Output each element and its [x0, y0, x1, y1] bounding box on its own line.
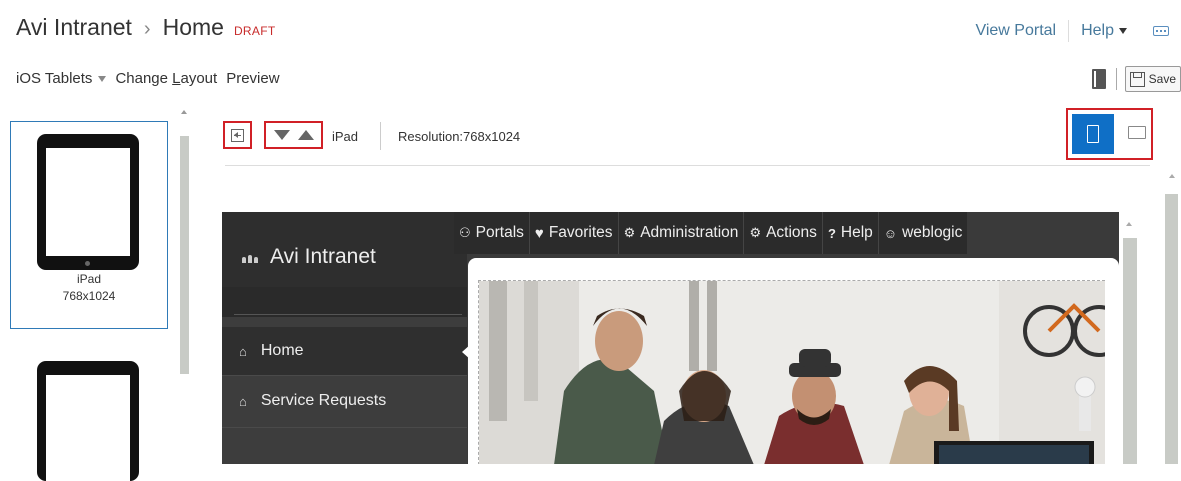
sidebar-item-label: Home	[260, 342, 304, 359]
scrollbar-thumb[interactable]	[1165, 194, 1178, 464]
nav-label: weblogic	[902, 224, 963, 241]
user-icon: ☺	[883, 225, 898, 241]
view-portal-link[interactable]: View Portal	[975, 22, 1056, 40]
heart-icon: ♥	[534, 224, 544, 242]
scroll-up-icon[interactable]	[1126, 222, 1132, 226]
scrollbar-thumb[interactable]	[1123, 238, 1137, 464]
breadcrumb-separator: ›	[143, 18, 151, 40]
hero-image	[478, 280, 1105, 464]
cogs-icon: ⚙	[623, 225, 636, 240]
group-icon	[242, 251, 260, 263]
change-layout-button[interactable]: Change Layout	[115, 70, 217, 87]
breadcrumb-site[interactable]: Avi Intranet	[16, 14, 132, 41]
resource-catalog-icon[interactable]	[1091, 69, 1106, 89]
portal-sidebar: ⌂ Home ⌂ Service Requests	[222, 287, 471, 464]
gear-icon: ⚙	[749, 225, 762, 240]
preview-scrollbar[interactable]	[1120, 212, 1140, 464]
orientation-toggle	[1066, 108, 1153, 160]
floppy-disk-icon	[1129, 71, 1145, 87]
caret-down-icon	[1119, 28, 1127, 34]
change-layout-accel: L	[172, 70, 181, 87]
device-resolution: 768x1024	[62, 289, 116, 303]
save-label: Save	[1148, 72, 1176, 86]
change-layout-suffix: ayout	[180, 70, 218, 87]
question-icon: ?	[827, 225, 836, 241]
help-menu[interactable]: Help	[1081, 22, 1127, 40]
caret-down-icon	[98, 75, 107, 82]
collapse-left-icon	[231, 128, 244, 142]
divider	[380, 122, 381, 150]
nav-actions[interactable]: ⚙ Actions	[744, 212, 823, 254]
nav-label: Help	[840, 224, 873, 241]
breadcrumb: Avi Intranet › Home DRAFT	[16, 14, 275, 41]
portal-title[interactable]: Avi Intranet	[270, 245, 376, 269]
preview-button[interactable]: Preview	[226, 70, 279, 87]
canvas-scrollbar[interactable]	[1163, 172, 1181, 464]
help-label: Help	[1081, 22, 1114, 39]
home-icon: ⌂	[239, 393, 247, 409]
device-group-label: iOS Tablets	[16, 70, 93, 87]
sidebar-item-label: Service Requests	[260, 392, 387, 409]
landscape-button[interactable]	[1128, 126, 1146, 139]
portrait-button[interactable]	[1072, 114, 1114, 154]
next-device-icon[interactable]	[273, 130, 290, 140]
tablet-icon[interactable]	[37, 361, 139, 481]
scroll-up-icon[interactable]	[181, 110, 187, 114]
scroll-up-icon[interactable]	[1169, 174, 1175, 178]
divider	[1115, 68, 1117, 90]
nav-portals[interactable]: ⚇ Portals	[454, 212, 530, 254]
portrait-icon	[1087, 125, 1099, 143]
device-cycle-control	[264, 121, 323, 149]
users-icon: ⚇	[459, 225, 471, 240]
sidebar-item-home[interactable]: ⌂ Home	[222, 327, 471, 375]
nav-label: Actions	[766, 224, 817, 241]
device-list-panel: iPad 768x1024	[0, 106, 200, 481]
previous-device-icon[interactable]	[297, 130, 314, 140]
nav-help[interactable]: ? Help	[823, 212, 879, 254]
draft-badge: DRAFT	[233, 24, 276, 38]
nav-user[interactable]: ☺ weblogic	[879, 212, 968, 254]
device-card-ipad[interactable]: iPad 768x1024	[10, 121, 168, 329]
portal-nav-bar: ⚇ Portals ♥ Favorites ⚙ Administration ⚙…	[454, 212, 968, 254]
nav-favorites[interactable]: ♥ Favorites	[530, 212, 619, 254]
editor-toolbar: iOS Tablets Change Layout Preview	[16, 70, 289, 87]
more-icon[interactable]	[1153, 26, 1169, 36]
change-layout-prefix: Change	[115, 70, 173, 87]
portal-brand: Avi Intranet	[222, 212, 467, 287]
portal-content-area	[468, 258, 1119, 464]
divider	[1068, 20, 1070, 42]
divider	[225, 165, 1150, 166]
save-button[interactable]: Save	[1124, 66, 1181, 92]
sidebar-item-service-requests[interactable]: ⌂ Service Requests	[222, 377, 467, 425]
nav-label: Portals	[475, 224, 524, 241]
editor-toolbar-right: Save	[1091, 66, 1181, 92]
current-device-label: iPad	[332, 129, 359, 144]
collapse-panel-button[interactable]	[223, 121, 252, 149]
device-group-dropdown[interactable]: iOS Tablets	[16, 70, 107, 87]
nav-label: Favorites	[548, 224, 613, 241]
resolution-label: Resolution:768x1024	[398, 129, 521, 144]
scrollbar-thumb[interactable]	[180, 136, 189, 374]
tablet-icon	[37, 134, 139, 270]
home-icon: ⌂	[239, 343, 247, 359]
preview-toolbar: iPad Resolution:768x1024	[222, 108, 1153, 160]
nav-administration[interactable]: ⚙ Administration	[619, 212, 745, 254]
header-actions: View Portal Help	[975, 20, 1169, 42]
device-name: iPad	[76, 272, 102, 286]
breadcrumb-page: Home	[162, 14, 224, 40]
page-header: Avi Intranet › Home DRAFT View Portal He…	[0, 0, 1181, 62]
device-preview-frame: Avi Intranet ⚇ Portals ♥ Favorites ⚙ Adm…	[222, 212, 1119, 464]
device-list-scrollbar[interactable]	[180, 106, 189, 464]
nav-label: Administration	[640, 224, 739, 241]
